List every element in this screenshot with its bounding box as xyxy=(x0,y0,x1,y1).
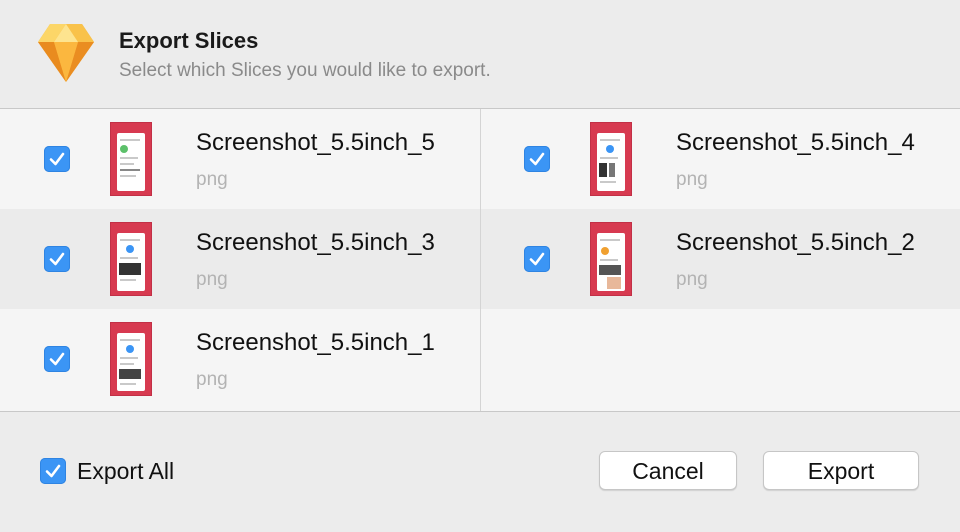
slice-name: Screenshot_5.5inch_5 xyxy=(196,129,435,156)
slice-type: png xyxy=(676,169,708,190)
checkmark-icon xyxy=(49,152,65,166)
slice-checkbox[interactable] xyxy=(44,146,70,172)
slice-name: Screenshot_5.5inch_4 xyxy=(676,129,915,156)
checkmark-icon xyxy=(49,352,65,366)
slice-checkbox[interactable] xyxy=(524,146,550,172)
slice-checkbox[interactable] xyxy=(44,246,70,272)
slice-thumbnail xyxy=(111,323,151,395)
slice-list: Screenshot_5.5inch_5 png Screenshot_5.5i… xyxy=(0,108,960,412)
slice-item[interactable]: Screenshot_5.5inch_1 png xyxy=(0,309,480,409)
slice-checkbox[interactable] xyxy=(44,346,70,372)
slice-type: png xyxy=(196,369,228,390)
slice-thumbnail xyxy=(111,123,151,195)
checkmark-icon xyxy=(49,252,65,266)
cancel-button[interactable]: Cancel xyxy=(599,451,737,490)
slice-checkbox[interactable] xyxy=(524,246,550,272)
export-button[interactable]: Export xyxy=(763,451,919,490)
slice-thumbnail xyxy=(591,123,631,195)
export-all-label[interactable]: Export All xyxy=(77,458,174,485)
slice-item[interactable]: Screenshot_5.5inch_4 png xyxy=(480,109,960,209)
checkmark-icon xyxy=(529,252,545,266)
checkmark-icon xyxy=(529,152,545,166)
dialog-header: Export Slices Select which Slices you wo… xyxy=(0,0,960,108)
slice-thumbnail xyxy=(591,223,631,295)
dialog-title: Export Slices xyxy=(119,28,259,53)
slice-item[interactable]: Screenshot_5.5inch_3 png xyxy=(0,209,480,309)
slice-type: png xyxy=(196,269,228,290)
slice-type: png xyxy=(676,269,708,290)
slice-name: Screenshot_5.5inch_3 xyxy=(196,229,435,256)
checkmark-icon xyxy=(45,464,61,478)
sketch-diamond-icon xyxy=(38,22,94,84)
slice-name: Screenshot_5.5inch_2 xyxy=(676,229,915,256)
dialog-subtitle: Select which Slices you would like to ex… xyxy=(119,60,491,81)
export-all-checkbox[interactable] xyxy=(40,458,66,484)
slice-name: Screenshot_5.5inch_1 xyxy=(196,329,435,356)
slice-item[interactable]: Screenshot_5.5inch_5 png xyxy=(0,109,480,209)
export-slices-dialog: Export Slices Select which Slices you wo… xyxy=(0,0,960,532)
slice-type: png xyxy=(196,169,228,190)
slice-item[interactable]: Screenshot_5.5inch_2 png xyxy=(480,209,960,309)
slice-thumbnail xyxy=(111,223,151,295)
